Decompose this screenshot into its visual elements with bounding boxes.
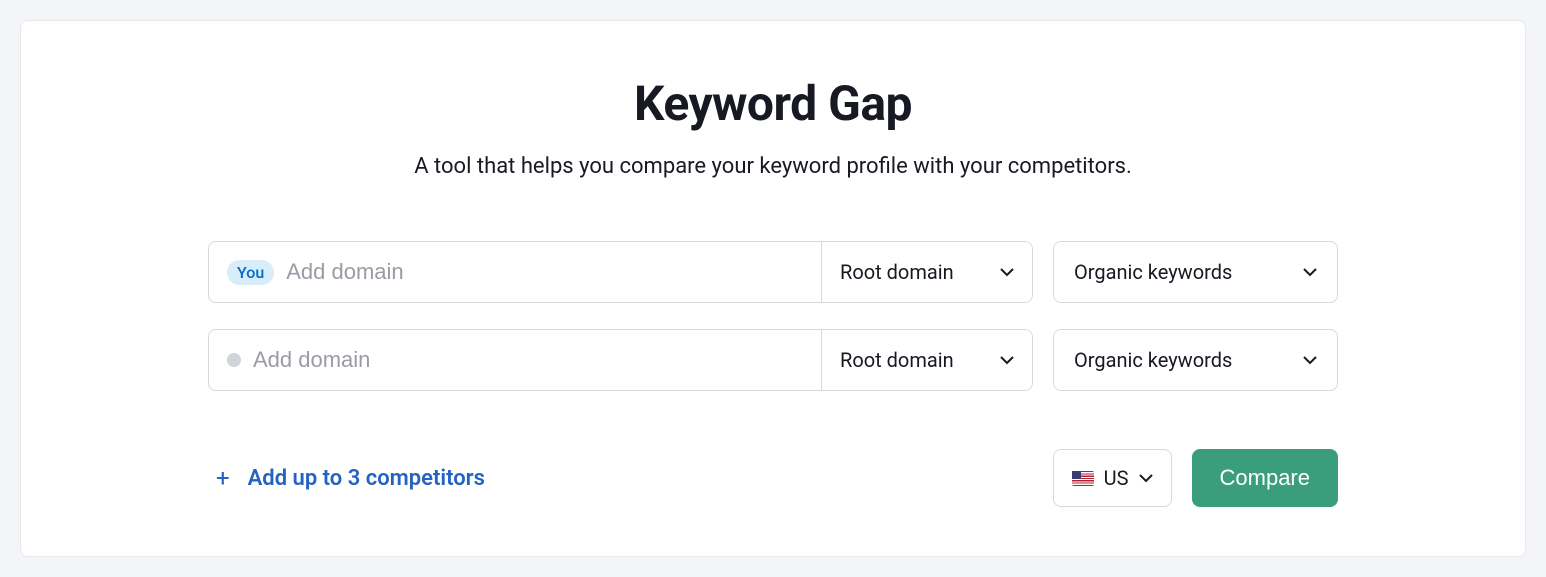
you-badge: You [227, 260, 274, 285]
domain-row: Root domain Organic keywords [208, 329, 1338, 391]
country-label: US [1104, 466, 1129, 490]
add-competitors-button[interactable]: + Add up to 3 competitors [208, 466, 485, 491]
domain-input-group: You Root domain [208, 241, 1033, 303]
domain-input-group: Root domain [208, 329, 1033, 391]
form-area: You Root domain Organic keywords [208, 241, 1338, 507]
domain-type-label: Root domain [840, 260, 954, 284]
bottom-row: + Add up to 3 competitors US Compare [208, 449, 1338, 507]
country-select[interactable]: US [1053, 449, 1172, 507]
compare-button[interactable]: Compare [1192, 449, 1338, 507]
keyword-type-select[interactable]: Organic keywords [1053, 329, 1338, 391]
us-flag-icon [1072, 471, 1094, 486]
competitor-dot-icon [227, 353, 241, 367]
page-title: Keyword Gap [634, 75, 912, 132]
keyword-type-label: Organic keywords [1074, 348, 1232, 372]
keyword-type-select[interactable]: Organic keywords [1053, 241, 1338, 303]
your-domain-input[interactable] [286, 259, 803, 285]
domain-input-wrapper [209, 330, 822, 390]
domain-type-label: Root domain [840, 348, 954, 372]
domain-input-wrapper: You [209, 242, 822, 302]
keyword-type-label: Organic keywords [1074, 260, 1232, 284]
chevron-down-icon [1000, 265, 1014, 279]
chevron-down-icon [1303, 265, 1317, 279]
domain-type-select[interactable]: Root domain [822, 242, 1032, 302]
chevron-down-icon [1303, 353, 1317, 367]
page-subtitle: A tool that helps you compare your keywo… [414, 154, 1132, 179]
chevron-down-icon [1000, 353, 1014, 367]
add-competitors-label: Add up to 3 competitors [248, 466, 485, 491]
chevron-down-icon [1139, 471, 1153, 485]
right-controls: US Compare [1053, 449, 1338, 507]
domain-row: You Root domain Organic keywords [208, 241, 1338, 303]
plus-icon: + [216, 466, 230, 490]
keyword-gap-card: Keyword Gap A tool that helps you compar… [20, 20, 1526, 557]
competitor-domain-input[interactable] [253, 347, 803, 373]
domain-type-select[interactable]: Root domain [822, 330, 1032, 390]
